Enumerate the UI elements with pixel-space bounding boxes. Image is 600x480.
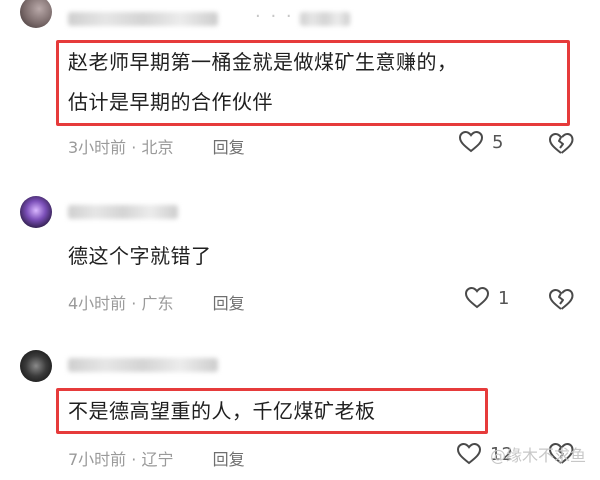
comment-text-line-1: 不是德高望重的人，千亿煤矿老板: [68, 399, 376, 423]
more-dots-icon[interactable]: · · ·: [255, 6, 294, 27]
like-count: 5: [492, 131, 504, 153]
avatar[interactable]: [20, 0, 52, 28]
reply-button[interactable]: 回复: [213, 138, 245, 157]
comment-meta: 4小时前 · 广东 回复: [68, 294, 245, 313]
like-button[interactable]: 1: [464, 286, 509, 310]
comment-time: 3小时前: [68, 138, 127, 157]
reply-button[interactable]: 回复: [213, 294, 245, 313]
broken-heart-outline-icon[interactable]: [548, 132, 574, 156]
comment-location: 辽宁: [141, 450, 174, 469]
heart-outline-icon: [458, 130, 484, 153]
comment-location: 广东: [141, 294, 174, 313]
comment-text-line-1: 赵老师早期第一桶金就是做煤矿生意赚的，: [68, 50, 458, 74]
username-blurred[interactable]: [68, 358, 218, 372]
comment-text-line-2: 估计是早期的合作伙伴: [68, 90, 273, 114]
reply-button[interactable]: 回复: [213, 450, 245, 469]
comment-location: 北京: [141, 138, 174, 157]
watermark: @缘木不求鱼: [489, 446, 586, 465]
avatar[interactable]: [20, 350, 52, 382]
broken-heart-outline-icon[interactable]: [548, 288, 574, 312]
comment-text-line-1: 德这个字就错了: [68, 244, 212, 268]
avatar[interactable]: [20, 196, 52, 228]
username-blurred[interactable]: [68, 205, 178, 219]
like-button[interactable]: 5: [458, 130, 503, 154]
username-blurred-tail: [300, 12, 350, 26]
comment-meta: 3小时前 · 北京 回复: [68, 138, 245, 157]
comment-time: 7小时前: [68, 450, 127, 469]
heart-outline-icon: [464, 286, 490, 309]
comment-time: 4小时前: [68, 294, 127, 313]
like-count: 1: [498, 287, 510, 309]
comment-meta: 7小时前 · 辽宁 回复: [68, 450, 245, 469]
username-blurred[interactable]: [68, 12, 218, 26]
heart-outline-icon: [456, 442, 482, 465]
